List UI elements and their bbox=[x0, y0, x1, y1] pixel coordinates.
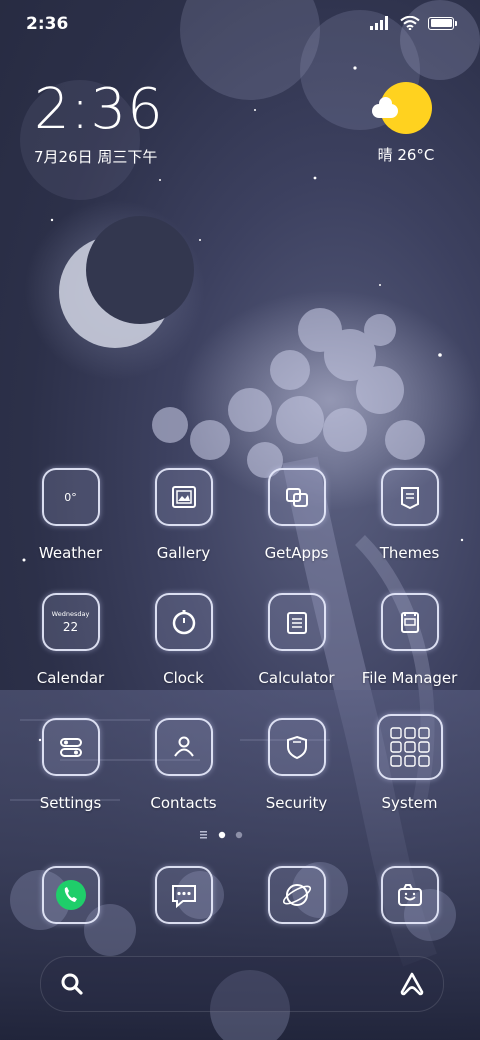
app-label: Calculator bbox=[258, 669, 335, 687]
calendar-icon: Wednesday 22 bbox=[41, 593, 100, 651]
clock-date: 7月26日 周三下午 bbox=[34, 148, 158, 166]
settings-icon bbox=[41, 718, 100, 776]
battery-icon bbox=[428, 16, 457, 30]
assistant-icon[interactable] bbox=[399, 971, 425, 997]
status-icons bbox=[370, 16, 457, 30]
wifi-icon bbox=[400, 16, 420, 30]
app-security[interactable]: Security bbox=[240, 718, 353, 812]
clock-time: 2:36 bbox=[34, 77, 164, 142]
signal-icon bbox=[370, 16, 388, 30]
phone-icon bbox=[41, 866, 100, 924]
clock-widget[interactable]: 2:36 7月26日 周三下午 bbox=[34, 78, 164, 167]
status-bar: 2:36 bbox=[0, 0, 480, 50]
app-label: Gallery bbox=[156, 544, 211, 562]
app-label: File Manager bbox=[361, 669, 458, 687]
getapps-icon bbox=[267, 468, 326, 526]
messages-icon bbox=[154, 866, 213, 924]
dock-messages[interactable] bbox=[127, 866, 240, 924]
app-file-manager[interactable]: File Manager bbox=[353, 593, 466, 687]
app-label: GetApps bbox=[264, 544, 329, 562]
contacts-icon bbox=[154, 718, 213, 776]
app-getapps[interactable]: GetApps bbox=[240, 468, 353, 562]
dock-camera[interactable] bbox=[353, 866, 466, 924]
app-label: Themes bbox=[379, 544, 440, 562]
page-dot bbox=[235, 831, 243, 839]
app-system-folder[interactable]: System bbox=[353, 714, 466, 812]
app-settings[interactable]: Settings bbox=[14, 718, 127, 812]
themes-icon bbox=[380, 468, 439, 526]
search-icon[interactable] bbox=[59, 971, 85, 997]
app-clock[interactable]: Clock bbox=[127, 593, 240, 687]
status-time: 2:36 bbox=[26, 14, 69, 34]
weather-icon: 0° bbox=[41, 468, 100, 526]
system-folder-icon bbox=[376, 714, 443, 780]
page-dot-active bbox=[218, 831, 226, 839]
page-indicator[interactable] bbox=[200, 830, 250, 840]
gallery-icon bbox=[154, 468, 213, 526]
search-bar[interactable] bbox=[40, 956, 444, 1012]
app-label: Contacts bbox=[150, 794, 217, 812]
app-themes[interactable]: Themes bbox=[353, 468, 466, 562]
app-label: System bbox=[381, 794, 438, 812]
calendar-icon-day: 22 bbox=[62, 620, 79, 634]
app-label: Security bbox=[265, 794, 328, 812]
app-label: Weather bbox=[38, 544, 103, 562]
weather-summary: 晴 26°C bbox=[377, 146, 435, 164]
app-weather[interactable]: 0° Weather bbox=[14, 468, 127, 562]
app-label: Settings bbox=[39, 794, 102, 812]
browser-icon bbox=[267, 866, 326, 924]
dock-phone[interactable] bbox=[14, 866, 127, 924]
app-calendar[interactable]: Wednesday 22 Calendar bbox=[14, 593, 127, 687]
app-contacts[interactable]: Contacts bbox=[127, 718, 240, 812]
page-dot-list-icon bbox=[200, 831, 207, 839]
app-gallery[interactable]: Gallery bbox=[127, 468, 240, 562]
clock-icon bbox=[154, 593, 213, 651]
app-label: Clock bbox=[163, 669, 204, 687]
dock-browser[interactable] bbox=[240, 866, 353, 924]
app-label: Calendar bbox=[36, 669, 105, 687]
security-icon bbox=[267, 718, 326, 776]
calculator-icon bbox=[267, 593, 326, 651]
file-manager-icon bbox=[380, 593, 439, 651]
calendar-icon-weekday: Wednesday bbox=[51, 610, 90, 618]
app-calculator[interactable]: Calculator bbox=[240, 593, 353, 687]
weather-icon-temp: 0° bbox=[64, 490, 77, 504]
weather-widget[interactable]: 晴 26°C bbox=[366, 82, 446, 165]
sun-with-cloud-icon bbox=[372, 82, 432, 134]
camera-icon bbox=[380, 866, 439, 924]
